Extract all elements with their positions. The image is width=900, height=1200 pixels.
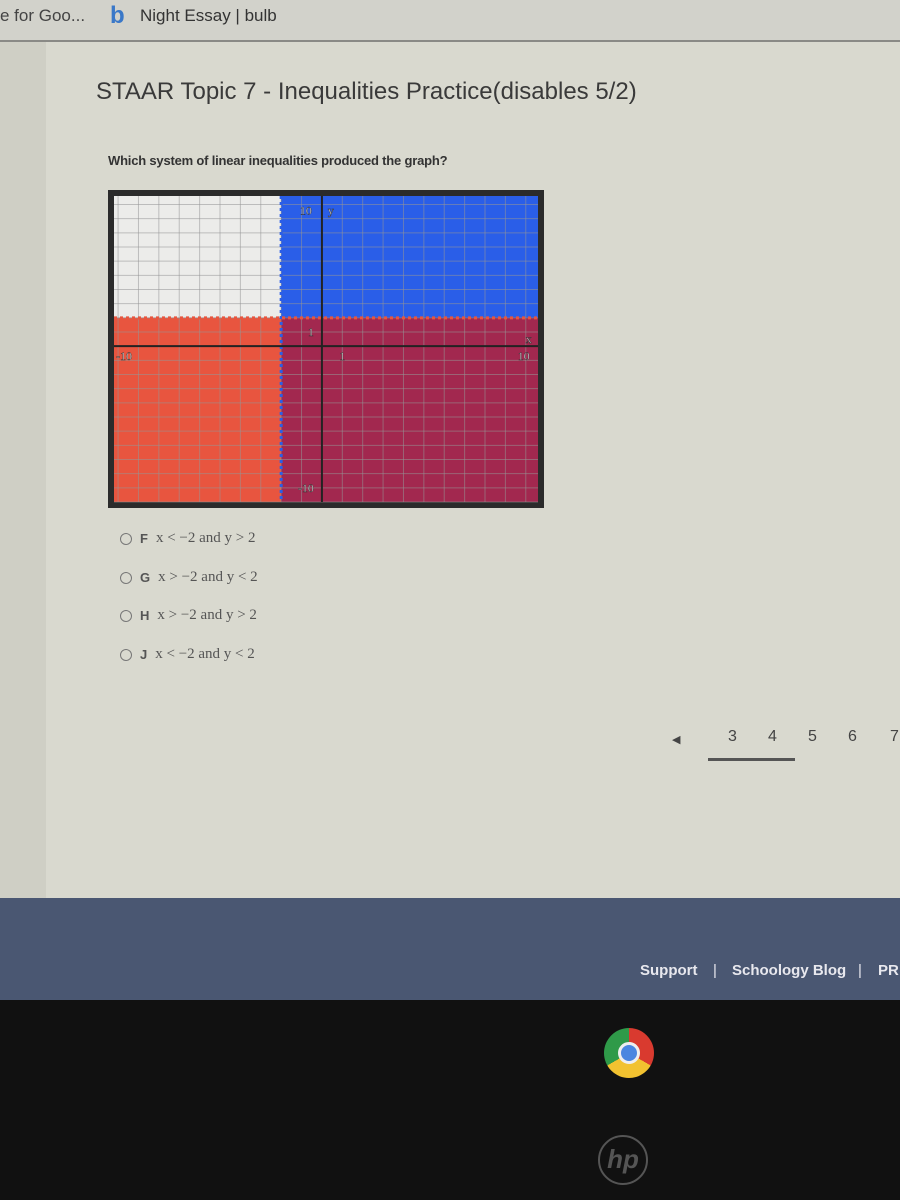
y-axis-label: y xyxy=(328,204,334,218)
footer xyxy=(0,898,900,1003)
option-letter: F xyxy=(140,531,148,546)
page-5[interactable]: 5 xyxy=(808,728,817,746)
option-f[interactable]: Fx < −2 and y > 2 xyxy=(120,530,256,547)
radio-button[interactable] xyxy=(120,532,132,545)
left-margin xyxy=(0,42,46,898)
bulb-b-icon: b xyxy=(110,2,125,29)
footer-divider: | xyxy=(858,962,862,979)
bookmarks-bar: e for Goo... b Night Essay | bulb xyxy=(0,0,900,42)
option-g[interactable]: Gx > −2 and y < 2 xyxy=(120,569,258,586)
option-text: x > −2 and y < 2 xyxy=(158,569,258,585)
laptop-bezel xyxy=(0,1000,900,1200)
option-text: x > −2 and y > 2 xyxy=(157,607,257,623)
chrome-icon[interactable] xyxy=(604,1028,654,1078)
bookmark-google[interactable]: e for Goo... xyxy=(0,6,85,26)
option-text: x < −2 and y < 2 xyxy=(155,646,255,662)
radio-button[interactable] xyxy=(120,609,132,622)
unshaded-region xyxy=(114,196,282,318)
option-text: x < −2 and y > 2 xyxy=(155,530,256,546)
blue-region xyxy=(281,196,538,318)
x-tick-label: 1 xyxy=(339,349,345,363)
footer-blog-link[interactable]: Schoology Blog xyxy=(732,962,846,979)
triangle-left-icon[interactable]: ◀ xyxy=(672,733,680,746)
current-page-indicator xyxy=(708,758,795,761)
option-letter: J xyxy=(140,647,148,662)
page-title: STAAR Topic 7 - Inequalities Practice(di… xyxy=(96,78,637,105)
radio-button[interactable] xyxy=(120,648,132,661)
option-j[interactable]: Jx < −2 and y < 2 xyxy=(120,646,255,663)
option-letter: G xyxy=(140,570,151,585)
option-h[interactable]: Hx > −2 and y > 2 xyxy=(120,607,257,624)
bookmark-night-essay[interactable]: Night Essay | bulb xyxy=(140,6,277,26)
inequality-graph: -10 1 10 10 1 -10 x y xyxy=(108,190,544,508)
x-tick-label: -10 xyxy=(116,349,132,363)
y-tick-label: 1 xyxy=(308,325,314,339)
hp-logo: hp xyxy=(598,1135,648,1185)
footer-divider: | xyxy=(713,962,717,979)
option-letter: H xyxy=(140,608,150,623)
page-6[interactable]: 6 xyxy=(848,728,857,746)
y-tick-label: 10 xyxy=(300,204,312,218)
radio-button[interactable] xyxy=(120,571,132,584)
footer-pr-link[interactable]: PR xyxy=(878,962,899,979)
question-text: Which system of linear inequalities prod… xyxy=(108,153,448,168)
page-4[interactable]: 4 xyxy=(768,728,777,746)
x-axis-label: x xyxy=(526,332,532,346)
page-7[interactable]: 7 xyxy=(890,728,899,746)
y-tick-label: -10 xyxy=(298,481,314,495)
page-3[interactable]: 3 xyxy=(728,728,737,746)
footer-support-link[interactable]: Support xyxy=(640,962,698,979)
x-tick-label: 10 xyxy=(518,349,530,363)
